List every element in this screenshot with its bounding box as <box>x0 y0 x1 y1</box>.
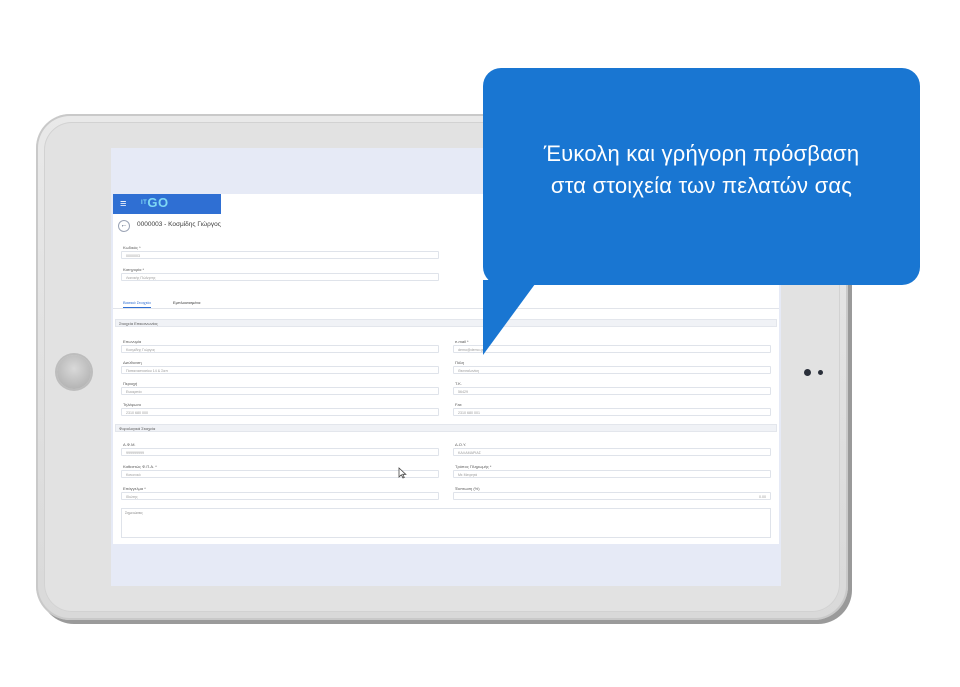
city-label: Πόλη <box>455 360 465 365</box>
discount-field[interactable]: 0.00 <box>453 492 771 500</box>
name-label: Επωνυμία <box>123 339 142 344</box>
city-field[interactable]: Θεσσαλονίκη <box>453 366 771 374</box>
category-label: Κατηγορία * <box>123 267 145 272</box>
fax-field[interactable]: 2310 680 001 <box>453 408 771 416</box>
profession-field[interactable]: Ιδιώτης <box>121 492 439 500</box>
area-label: Περιοχή <box>123 381 138 386</box>
logo-text: GO <box>147 195 169 210</box>
callout-line-2: στα στοιχεία των πελατών σας <box>550 173 853 198</box>
back-icon[interactable]: ← <box>118 220 130 232</box>
tab-basic[interactable]: Βασικά Στοιχεία <box>123 300 151 308</box>
discount-label: Έκπτωση (%) <box>455 486 480 491</box>
mouse-cursor-icon <box>398 467 407 479</box>
code-field[interactable]: 0000003 <box>121 251 439 259</box>
address-label: Διεύθυνση <box>123 360 142 365</box>
zip-label: Τ.Κ. <box>455 381 462 386</box>
address-field[interactable]: Παπαναστασίου 14 & Σαπ <box>121 366 439 374</box>
zip-field[interactable]: 56429 <box>453 387 771 395</box>
phone-label: Τηλέφωνο <box>123 402 142 407</box>
afm-label: Α.Φ.Μ. <box>123 442 136 447</box>
callout-text: Έυκολη και γρήγορη πρόσβαση στα στοιχεία… <box>483 138 920 202</box>
notes-textarea[interactable]: Σημειώσεις <box>121 508 771 538</box>
app-topbar: ≡ ITGO <box>113 194 221 214</box>
sensor-icon <box>818 370 823 375</box>
menu-icon[interactable]: ≡ <box>120 197 126 211</box>
code-label: Κωδικός * <box>123 245 141 250</box>
payment-label: Τρόπος Πληρωμής * <box>455 464 492 469</box>
home-button[interactable] <box>57 355 91 389</box>
fax-label: Fax <box>455 402 462 407</box>
afm-field[interactable]: 999999999 <box>121 448 439 456</box>
doy-field[interactable]: ΚΑΛΑΜΑΡΙΑΣ <box>453 448 771 456</box>
camera-icon <box>804 369 811 376</box>
vat-label: Καθεστώς Φ.Π.Α. * <box>123 464 157 469</box>
payment-field[interactable]: Με Μετρητά <box>453 470 771 478</box>
section-contact: Στοιχεία Επικοινωνίας <box>115 319 777 327</box>
name-field[interactable]: Κοσμίδης Γιώργος <box>121 345 439 353</box>
profession-label: Επάγγελμα * <box>123 486 146 491</box>
area-field[interactable]: Ευκαρπία <box>121 387 439 395</box>
email-label: e-mail * <box>455 339 469 344</box>
record-title: 0000003 - Κοσμίδης Γιώργος <box>137 221 221 228</box>
tab-extended[interactable]: Εμπλουτισμένα <box>173 300 200 305</box>
category-field[interactable]: Λιανικής Πώλησης <box>121 273 439 281</box>
app-logo: ITGO <box>141 195 169 211</box>
section-tax: Φορολογικά Στοιχεία <box>115 424 777 432</box>
callout-line-1: Έυκολη και γρήγορη πρόσβαση <box>543 141 860 166</box>
vat-field[interactable]: Κανονικό <box>121 470 439 478</box>
tab-bar: Βασικά Στοιχεία Εμπλουτισμένα <box>113 298 779 309</box>
doy-label: Δ.Ο.Υ. <box>455 442 467 447</box>
callout-tail <box>483 280 538 355</box>
phone-field[interactable]: 2310 680 000 <box>121 408 439 416</box>
